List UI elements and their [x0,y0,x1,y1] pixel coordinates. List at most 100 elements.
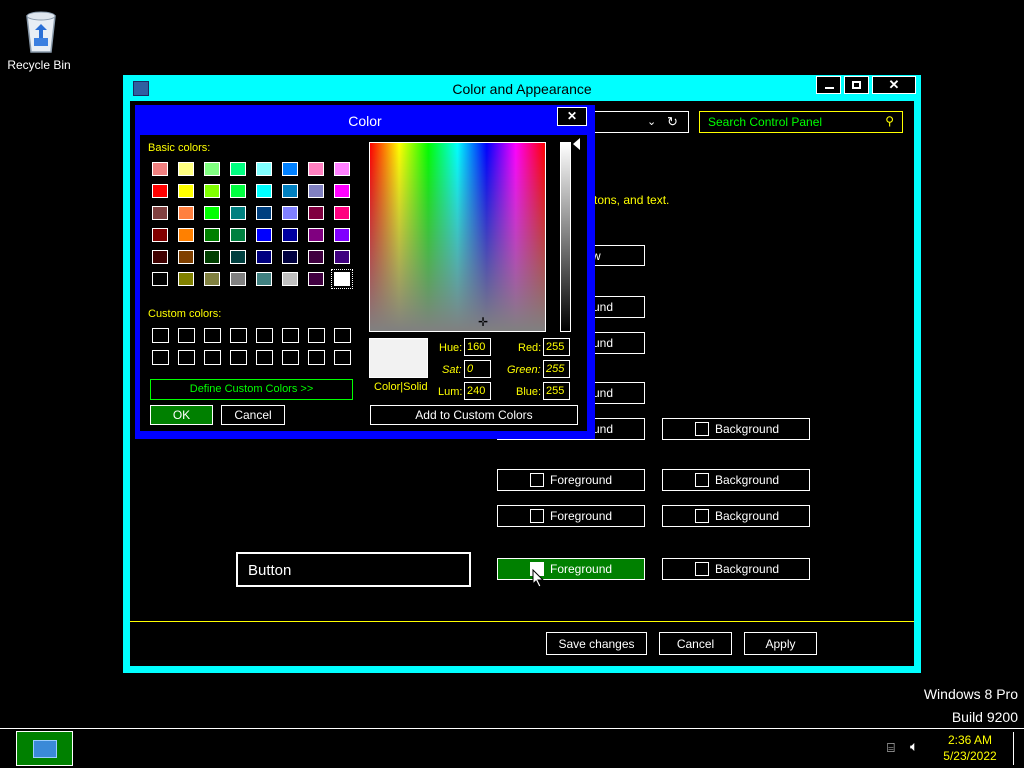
basic-color-swatch[interactable] [204,206,220,220]
basic-color-swatch[interactable] [178,206,194,220]
basic-color-swatch[interactable] [331,269,353,289]
basic-color-swatch[interactable] [256,250,272,264]
background-button[interactable]: Background [662,558,810,580]
custom-color-swatch[interactable] [204,328,221,343]
basic-color-swatch[interactable] [282,272,298,286]
basic-color-swatch[interactable] [308,162,324,176]
network-icon[interactable]: ⌸ [887,740,895,756]
maximize-button[interactable] [844,76,869,94]
taskbar-app-button[interactable] [16,731,73,766]
apply-button[interactable]: Apply [744,632,817,655]
basic-color-swatch[interactable] [334,206,350,220]
search-box[interactable]: Search Control Panel ⚲ [699,111,903,133]
basic-color-swatch[interactable] [308,184,324,198]
custom-color-swatch[interactable] [152,350,169,365]
custom-color-swatch[interactable] [308,350,325,365]
custom-color-swatch[interactable] [256,328,273,343]
basic-color-swatch[interactable] [230,162,246,176]
add-to-custom-colors-button[interactable]: Add to Custom Colors [370,405,578,425]
red-field[interactable]: 255 [543,338,570,356]
custom-color-swatch[interactable] [282,328,299,343]
lum-field[interactable]: 240 [464,382,491,400]
ok-button[interactable]: OK [150,405,213,425]
custom-color-swatch[interactable] [334,328,351,343]
basic-color-swatch[interactable] [152,162,168,176]
foreground-button[interactable]: Foreground [497,505,645,527]
custom-color-swatch[interactable] [152,328,169,343]
basic-color-swatch[interactable] [334,184,350,198]
search-icon[interactable]: ⚲ [885,114,894,128]
custom-color-swatch[interactable] [230,350,247,365]
color-spectrum[interactable]: ✛ [369,142,546,332]
save-changes-button[interactable]: Save changes [546,632,647,655]
sat-field[interactable]: 0 [464,360,491,378]
basic-color-swatch[interactable] [334,228,350,242]
clock-date[interactable]: 5/23/2022 [938,749,1002,763]
basic-color-swatch[interactable] [152,250,168,264]
foreground-button[interactable]: Foreground [497,469,645,491]
background-button[interactable]: Background [662,469,810,491]
basic-color-swatch[interactable] [204,250,220,264]
hue-field[interactable]: 160 [464,338,491,356]
basic-color-swatch[interactable] [230,228,246,242]
basic-color-swatch[interactable] [178,162,194,176]
basic-color-swatch[interactable] [334,250,350,264]
close-button[interactable]: ✕ [872,76,916,94]
dialog-close-button[interactable]: ✕ [557,107,587,126]
luminance-arrow-icon[interactable] [573,138,580,150]
basic-color-swatch[interactable] [152,272,168,286]
basic-color-swatch[interactable] [256,228,272,242]
custom-color-swatch[interactable] [334,350,351,365]
basic-color-swatch[interactable] [256,206,272,220]
basic-color-swatch[interactable] [256,272,272,286]
clock-time[interactable]: 2:36 AM [938,733,1002,747]
custom-color-swatch[interactable] [178,350,195,365]
basic-color-swatch[interactable] [308,206,324,220]
minimize-button[interactable] [816,76,841,94]
search-input[interactable]: Search Control Panel [708,115,822,129]
basic-color-swatch[interactable] [308,228,324,242]
basic-color-swatch[interactable] [230,206,246,220]
basic-color-swatch[interactable] [334,162,350,176]
background-button[interactable]: Background [662,418,810,440]
custom-color-swatch[interactable] [282,350,299,365]
cancel-button[interactable]: Cancel [659,632,732,655]
green-field[interactable]: 255 [543,360,570,378]
background-button[interactable]: Background [662,505,810,527]
basic-color-swatch[interactable] [282,228,298,242]
basic-color-swatch[interactable] [256,184,272,198]
basic-color-swatch[interactable] [152,228,168,242]
basic-color-swatch[interactable] [230,272,246,286]
basic-color-swatch[interactable] [178,250,194,264]
basic-color-swatch[interactable] [178,228,194,242]
basic-color-swatch[interactable] [204,162,220,176]
cancel-button[interactable]: Cancel [221,405,285,425]
refresh-icon[interactable]: ↻ [667,114,678,130]
basic-color-swatch[interactable] [282,162,298,176]
volume-icon[interactable]: 🔈︎ [910,738,918,755]
basic-color-swatch[interactable] [282,206,298,220]
basic-color-swatch[interactable] [308,250,324,264]
basic-color-swatch[interactable] [152,184,168,198]
basic-color-swatch[interactable] [178,272,194,286]
basic-color-swatch[interactable] [152,206,168,220]
chevron-down-icon[interactable]: ⌄ [647,115,656,128]
basic-color-swatch[interactable] [204,272,220,286]
basic-color-swatch[interactable] [230,184,246,198]
basic-color-swatch[interactable] [178,184,194,198]
recycle-bin[interactable]: Recycle Bin [4,6,74,76]
custom-color-swatch[interactable] [230,328,247,343]
custom-color-swatch[interactable] [256,350,273,365]
foreground-button[interactable]: Foreground [497,558,645,580]
custom-color-swatch[interactable] [204,350,221,365]
custom-color-swatch[interactable] [308,328,325,343]
luminance-slider[interactable] [560,142,571,332]
basic-color-swatch[interactable] [282,250,298,264]
define-custom-colors-button[interactable]: Define Custom Colors >> [150,379,353,400]
custom-color-swatch[interactable] [178,328,195,343]
basic-color-swatch[interactable] [204,228,220,242]
basic-color-swatch[interactable] [230,250,246,264]
address-bar[interactable]: ⌄ ↻ [589,111,689,133]
basic-color-swatch[interactable] [204,184,220,198]
basic-color-swatch[interactable] [308,272,324,286]
